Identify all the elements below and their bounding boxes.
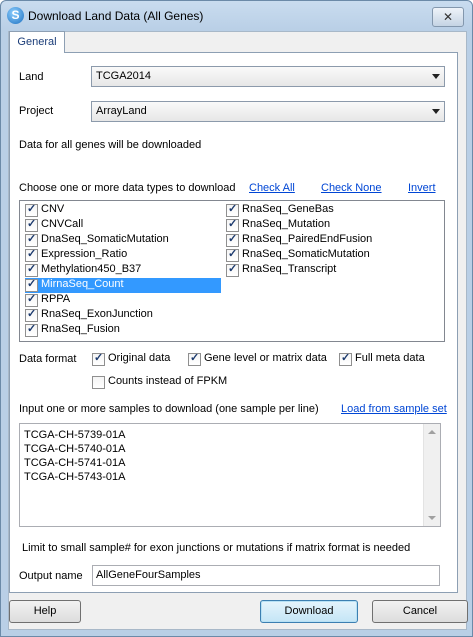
sample-line: TCGA-CH-5741-01A	[24, 457, 126, 469]
invert-link[interactable]: Invert	[408, 182, 436, 194]
data-type-item[interactable]: RnaSeq_SomaticMutation	[226, 247, 406, 263]
data-format-label: Data format	[19, 353, 77, 365]
cancel-button[interactable]: Cancel	[372, 600, 468, 623]
scroll-down-icon[interactable]	[428, 516, 436, 520]
counts-fpkm-checkbox[interactable]: Counts instead of FPKM	[92, 375, 242, 390]
data-type-item[interactable]: DnaSeq_SomaticMutation	[25, 232, 221, 248]
format-full-meta-label: Full meta data	[355, 352, 425, 364]
output-name-input[interactable]: AllGeneFourSamples	[92, 565, 440, 586]
checkbox-icon	[226, 262, 239, 277]
project-select-value: ArrayLand	[96, 105, 147, 117]
checkbox-icon	[226, 232, 239, 247]
download-button[interactable]: Download	[260, 600, 358, 623]
data-type-item[interactable]: MirnaSeq_Count	[25, 277, 221, 293]
tab-general[interactable]: General	[9, 31, 65, 53]
info-text: Data for all genes will be downloaded	[19, 139, 202, 151]
data-type-label: RnaSeq_Mutation	[242, 218, 331, 230]
checkbox-icon	[226, 217, 239, 232]
checkbox-icon	[25, 247, 38, 262]
format-gene-level-label: Gene level or matrix data	[204, 352, 327, 364]
data-type-item[interactable]: CNV	[25, 202, 221, 218]
data-type-item[interactable]: RnaSeq_PairedEndFusion	[226, 232, 406, 248]
checkbox-icon	[25, 262, 38, 277]
scroll-up-icon[interactable]	[428, 430, 436, 434]
output-name-label: Output name	[19, 570, 83, 582]
data-type-label: RnaSeq_GeneBas	[242, 203, 334, 215]
data-type-label: RnaSeq_Fusion	[41, 323, 120, 335]
format-full-meta-checkbox[interactable]: Full meta data	[339, 351, 439, 367]
datatype-prompt: Choose one or more data types to downloa…	[19, 182, 236, 194]
checkbox-icon	[25, 232, 38, 247]
checkbox-icon	[25, 277, 38, 292]
counts-fpkm-label: Counts instead of FPKM	[108, 375, 228, 387]
checkbox-icon	[226, 202, 239, 217]
project-label: Project	[19, 105, 54, 117]
data-type-item[interactable]: CNVCall	[25, 217, 221, 233]
checkbox-icon	[25, 292, 38, 307]
data-type-item[interactable]: RnaSeq_GeneBas	[226, 202, 406, 218]
close-button[interactable]: ✕	[432, 7, 464, 27]
load-sample-set-link[interactable]: Load from sample set	[341, 403, 447, 415]
title-bar[interactable]: S Download Land Data (All Genes) ✕	[1, 1, 472, 31]
checkbox-icon	[92, 376, 105, 389]
data-type-label: Methylation450_B37	[41, 263, 142, 275]
sample-line: TCGA-CH-5740-01A	[24, 443, 126, 455]
land-select[interactable]: TCGA2014	[91, 66, 445, 87]
project-select[interactable]: ArrayLand	[91, 101, 445, 122]
chevron-down-icon	[432, 109, 440, 114]
help-button[interactable]: Help	[9, 600, 81, 623]
checkbox-icon	[25, 217, 38, 232]
data-type-label: MirnaSeq_Count	[41, 278, 124, 290]
checkbox-icon	[25, 202, 38, 217]
samples-textarea[interactable]: TCGA-CH-5739-01A TCGA-CH-5740-01A TCGA-C…	[19, 423, 441, 527]
samples-prompt: Input one or more samples to download (o…	[19, 403, 319, 415]
format-original-label: Original data	[108, 352, 171, 364]
checkbox-icon	[339, 351, 352, 366]
data-type-label: Expression_Ratio	[41, 248, 128, 260]
checkbox-icon	[188, 351, 201, 366]
data-type-item[interactable]: RPPA	[25, 292, 221, 308]
data-type-label: CNV	[41, 203, 65, 215]
samples-scrollbar[interactable]	[423, 424, 440, 526]
data-type-label: RnaSeq_Transcript	[242, 263, 337, 275]
sample-line: TCGA-CH-5739-01A	[24, 429, 126, 441]
check-all-link[interactable]: Check All	[249, 182, 295, 194]
window-title: Download Land Data (All Genes)	[28, 9, 204, 23]
checkbox-icon	[92, 351, 105, 366]
checkbox-icon	[25, 322, 38, 337]
data-type-label: RnaSeq_ExonJunction	[41, 308, 153, 320]
app-logo-icon: S	[7, 7, 24, 24]
data-type-item[interactable]: RnaSeq_Fusion	[25, 322, 221, 338]
chevron-down-icon	[432, 74, 440, 79]
format-gene-level-checkbox[interactable]: Gene level or matrix data	[188, 351, 333, 367]
land-select-value: TCGA2014	[96, 70, 152, 82]
data-type-item[interactable]: Methylation450_B37	[25, 262, 221, 278]
data-type-item[interactable]: RnaSeq_Mutation	[226, 217, 406, 233]
sample-line: TCGA-CH-5743-01A	[24, 471, 126, 483]
checkbox-icon	[226, 247, 239, 262]
data-types-list[interactable]: CNV CNVCall DnaSeq_SomaticMutation Expressi…	[19, 200, 445, 342]
output-name-value: AllGeneFourSamples	[96, 569, 201, 581]
data-type-label: RnaSeq_SomaticMutation	[242, 248, 370, 260]
data-type-item[interactable]: RnaSeq_ExonJunction	[25, 307, 221, 323]
check-none-link[interactable]: Check None	[321, 182, 382, 194]
data-type-item[interactable]: RnaSeq_Transcript	[226, 262, 406, 278]
data-type-item[interactable]: Expression_Ratio	[25, 247, 221, 263]
checkbox-icon	[25, 307, 38, 322]
data-type-label: RPPA	[41, 293, 71, 305]
data-type-label: DnaSeq_SomaticMutation	[41, 233, 169, 245]
data-type-label: RnaSeq_PairedEndFusion	[242, 233, 373, 245]
data-type-label: CNVCall	[41, 218, 84, 230]
land-label: Land	[19, 71, 44, 83]
dialog-window: S Download Land Data (All Genes) ✕ Gener…	[0, 0, 473, 637]
limit-note: Limit to small sample# for exon junction…	[22, 542, 411, 554]
format-original-checkbox[interactable]: Original data	[92, 351, 182, 367]
